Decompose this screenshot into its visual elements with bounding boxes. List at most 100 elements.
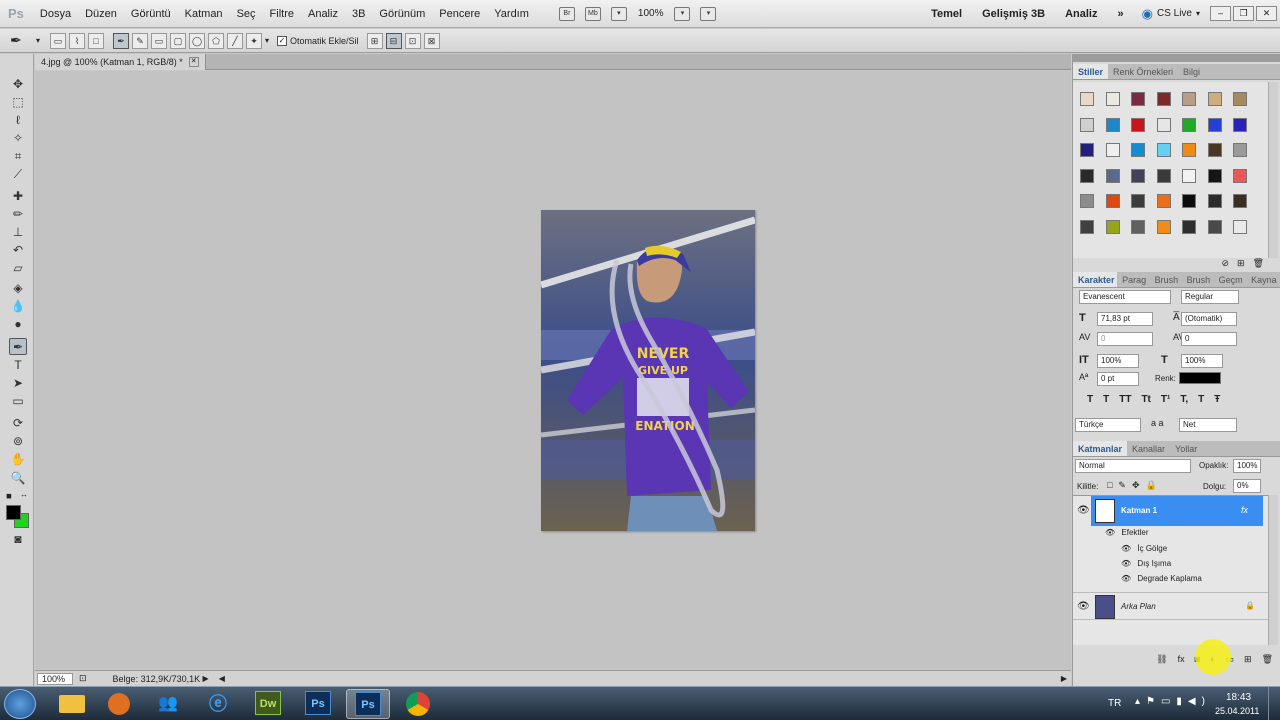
start-button[interactable] bbox=[4, 689, 36, 719]
path-add-button[interactable]: ⊞ bbox=[366, 32, 383, 49]
style-swatch[interactable] bbox=[1182, 117, 1196, 132]
effect-inner-shadow[interactable]: 👁 İç Gölge bbox=[1091, 544, 1263, 553]
fill-field[interactable]: 0% bbox=[1233, 479, 1261, 493]
style-swatch[interactable] bbox=[1156, 219, 1171, 234]
menu-filter[interactable]: Filtre bbox=[263, 0, 301, 28]
style-swatch[interactable] bbox=[1156, 92, 1171, 106]
style-swatch[interactable] bbox=[1207, 168, 1222, 183]
hand-tool-icon[interactable]: ✋ bbox=[9, 451, 27, 468]
opacity-field[interactable]: 100% bbox=[1233, 459, 1261, 473]
paths-button[interactable]: ⌇ bbox=[69, 32, 86, 49]
link-icon[interactable]: ⛓ bbox=[1156, 654, 1167, 668]
style-swatch[interactable] bbox=[1233, 219, 1247, 234]
style-swatch[interactable] bbox=[1233, 194, 1247, 208]
fx-icon[interactable]: fx bbox=[1178, 654, 1185, 668]
layers-scrollbar[interactable] bbox=[1268, 495, 1278, 645]
tab-paths[interactable]: Yollar bbox=[1170, 441, 1202, 456]
workspace-advanced-3d[interactable]: Gelişmiş 3B bbox=[972, 8, 1055, 20]
default-colors-icon[interactable]: ◼ bbox=[6, 492, 12, 500]
style-swatch[interactable] bbox=[1131, 143, 1145, 157]
path-subtract-button[interactable]: ⊟ bbox=[385, 32, 402, 49]
style-swatch[interactable] bbox=[1080, 168, 1094, 183]
lock-icons[interactable]: □✎✥🔒 bbox=[1107, 480, 1163, 491]
close-button[interactable]: ✕ bbox=[1256, 6, 1277, 21]
polygon-shape-button[interactable]: ⬠ bbox=[208, 32, 225, 49]
horizontal-scroll-right-icon[interactable]: ▶ bbox=[1061, 674, 1067, 683]
antialias-select[interactable]: Net bbox=[1179, 418, 1237, 432]
style-swatch[interactable] bbox=[1156, 168, 1171, 183]
style-swatch[interactable] bbox=[1207, 194, 1222, 208]
language-indicator[interactable]: TR bbox=[1108, 698, 1121, 709]
style-swatch[interactable] bbox=[1233, 92, 1247, 106]
effect-outer-glow[interactable]: 👁 Dış Işıma bbox=[1091, 559, 1263, 568]
pen-tool-icon[interactable]: ✒ bbox=[10, 32, 36, 49]
tab-channels[interactable]: Kanallar bbox=[1127, 441, 1170, 456]
style-swatch[interactable] bbox=[1131, 92, 1145, 106]
leading-field[interactable]: (Otomatik) bbox=[1181, 312, 1237, 326]
more-workspaces-button[interactable]: » bbox=[1108, 8, 1134, 20]
style-swatch[interactable] bbox=[1233, 117, 1247, 132]
marquee-tool-icon[interactable]: ⬚ bbox=[9, 94, 27, 111]
font-style-select[interactable]: Regular bbox=[1181, 290, 1239, 304]
tray-icons[interactable]: ▴⚑▭▮◀) bbox=[1135, 696, 1211, 707]
document-image[interactable]: NEVER GIVE UP ENATION bbox=[541, 210, 755, 531]
new-layer-icon[interactable]: ⊞ bbox=[1244, 654, 1252, 668]
path-exclude-button[interactable]: ⊠ bbox=[423, 32, 440, 49]
style-swatch[interactable] bbox=[1131, 194, 1145, 208]
rectangle-shape-button[interactable]: ▭ bbox=[151, 32, 168, 49]
menu-image[interactable]: Görüntü bbox=[124, 0, 178, 28]
crop-tool-icon[interactable]: ⌗ bbox=[9, 148, 27, 165]
auto-add-delete-checkbox[interactable]: ✓ bbox=[277, 35, 288, 46]
tab-brush[interactable]: Brush bbox=[1150, 272, 1182, 287]
taskbar-messenger[interactable]: 👥 bbox=[146, 689, 190, 719]
minimize-button[interactable]: – bbox=[1210, 6, 1231, 21]
blend-mode-select[interactable]: Normal bbox=[1075, 459, 1191, 473]
layer-name[interactable]: Katman 1 bbox=[1121, 506, 1157, 515]
taskbar-photoshop-2[interactable]: Ps bbox=[346, 689, 390, 719]
horizontal-scale-field[interactable]: 100% bbox=[1181, 354, 1223, 368]
style-swatch[interactable] bbox=[1105, 92, 1120, 106]
lasso-tool-icon[interactable]: ℓ bbox=[9, 112, 27, 129]
swap-colors-icon[interactable]: ↔ bbox=[20, 490, 28, 499]
style-swatch[interactable] bbox=[1131, 219, 1145, 234]
taskbar-dreamweaver[interactable]: Dw bbox=[246, 689, 290, 719]
menu-view[interactable]: Görünüm bbox=[372, 0, 432, 28]
zoom-tool-icon[interactable]: 🔍 bbox=[9, 470, 27, 487]
style-swatch[interactable] bbox=[1233, 143, 1247, 157]
view-extras-button[interactable]: ▾ bbox=[610, 6, 627, 21]
quick-select-tool-icon[interactable]: ✧ bbox=[9, 130, 27, 147]
history-brush-tool-icon[interactable]: ↶ bbox=[9, 242, 27, 259]
style-swatch[interactable] bbox=[1080, 194, 1094, 208]
baseline-shift-field[interactable]: 0 pt bbox=[1097, 372, 1139, 386]
paint-bucket-tool-icon[interactable]: ◈ bbox=[9, 280, 27, 297]
tab-swatches[interactable]: Renk Örnekleri bbox=[1108, 64, 1178, 79]
taskbar-media-player[interactable] bbox=[97, 689, 141, 719]
path-selection-tool-icon[interactable]: ➤ bbox=[9, 375, 27, 392]
menu-window[interactable]: Pencere bbox=[432, 0, 487, 28]
trash-icon[interactable]: 🗑 bbox=[1262, 654, 1273, 668]
tab-info[interactable]: Bilgi bbox=[1178, 64, 1205, 79]
restore-button[interactable]: ❐ bbox=[1233, 6, 1254, 21]
style-swatch[interactable] bbox=[1207, 92, 1222, 106]
eraser-tool-icon[interactable]: ▱ bbox=[9, 260, 27, 277]
arrange-documents-button[interactable]: ▾ bbox=[674, 6, 691, 21]
tab-clone-source[interactable]: Kayna bbox=[1246, 272, 1280, 287]
tool-preset-chevron-icon[interactable]: ▾ bbox=[36, 36, 40, 45]
style-swatch[interactable] bbox=[1156, 143, 1171, 157]
shape-layers-button[interactable]: ▭ bbox=[50, 32, 67, 49]
taskbar-internet-explorer[interactable]: ⓔ bbox=[196, 689, 240, 719]
zoom-level[interactable]: 100% bbox=[632, 8, 670, 19]
layer-name[interactable]: Arka Plan bbox=[1121, 602, 1156, 611]
workspace-analysis[interactable]: Analiz bbox=[1055, 8, 1107, 20]
menu-analysis[interactable]: Analiz bbox=[301, 0, 345, 28]
style-swatch[interactable] bbox=[1233, 168, 1247, 183]
text-color-swatch[interactable] bbox=[1179, 372, 1221, 384]
close-icon[interactable]: ✕ bbox=[188, 57, 199, 67]
rounded-rectangle-button[interactable]: ▢ bbox=[170, 32, 187, 49]
menu-layer[interactable]: Katman bbox=[178, 0, 230, 28]
style-swatch[interactable] bbox=[1182, 219, 1196, 234]
style-swatch[interactable] bbox=[1207, 143, 1222, 157]
style-swatch[interactable] bbox=[1105, 194, 1120, 208]
type-style-button[interactable]: TT bbox=[1119, 394, 1131, 408]
style-swatch[interactable] bbox=[1156, 117, 1171, 132]
